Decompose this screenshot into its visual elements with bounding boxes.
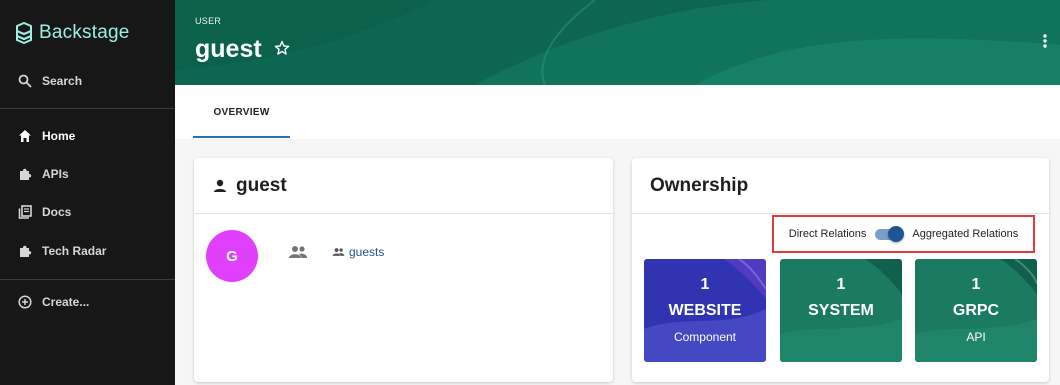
sidebar-item-label: Tech Radar <box>42 244 107 258</box>
search-icon <box>18 74 32 88</box>
tile-name: SYSTEM <box>808 302 874 319</box>
relations-toggle-highlight: Direct Relations Aggregated Relations <box>772 215 1035 253</box>
sidebar-item-tech-radar[interactable]: Tech Radar <box>0 234 175 268</box>
sidebar-search[interactable]: Search <box>0 64 175 98</box>
user-profile-card: guest G guests <box>194 158 613 382</box>
sidebar-item-label: Docs <box>42 205 72 219</box>
group-icon <box>289 246 307 258</box>
tile-count: 1 <box>971 276 981 293</box>
avatar: G <box>206 230 258 282</box>
tile-name: GRPC <box>952 302 1000 319</box>
app-name: Backstage <box>39 22 130 43</box>
switch-thumb[interactable] <box>888 226 905 242</box>
aggregated-relations-label: Aggregated Relations <box>912 228 1019 240</box>
sidebar-divider <box>0 279 175 280</box>
group-small-icon <box>332 248 345 256</box>
page-title: guest <box>195 35 262 63</box>
sidebar-item-label: APIs <box>42 167 69 181</box>
tab-bar: OVERVIEW <box>175 85 1060 139</box>
star-outline-icon[interactable] <box>274 40 290 56</box>
tab-overview[interactable]: OVERVIEW <box>193 85 290 139</box>
add-circle-icon <box>18 295 32 309</box>
ownership-tile-website[interactable]: 1 WEBSITE Component <box>644 259 766 362</box>
person-icon <box>214 179 226 192</box>
tile-kind: API <box>966 330 986 344</box>
sidebar-divider <box>0 108 175 109</box>
puzzle-icon <box>20 168 32 180</box>
sidebar-item-apis[interactable]: APIs <box>0 157 175 191</box>
sidebar: Backstage Search Home APIs Docs Tech Rad… <box>0 0 175 385</box>
puzzle-icon <box>20 245 32 257</box>
group-link-guests[interactable]: guests <box>332 245 384 259</box>
avatar-initial: G <box>226 247 238 265</box>
user-card-title: guest <box>236 174 287 196</box>
sidebar-item-docs[interactable]: Docs <box>0 195 175 229</box>
ownership-title: Ownership <box>650 174 749 196</box>
entity-kind-label: USER <box>195 16 222 26</box>
backstage-logo-icon <box>16 22 32 44</box>
search-label: Search <box>42 74 83 88</box>
ownership-tile-grpc[interactable]: 1 GRPC API <box>915 259 1037 362</box>
backstage-logo[interactable]: Backstage <box>14 22 130 44</box>
tab-indicator <box>193 136 290 138</box>
sidebar-item-home[interactable]: Home <box>0 119 175 153</box>
kebab-menu-icon[interactable] <box>1042 33 1048 49</box>
tile-count: 1 <box>700 276 710 293</box>
tile-name: WEBSITE <box>668 302 742 319</box>
card-header: Ownership <box>632 158 1049 214</box>
entity-header: USER guest <box>175 0 1060 85</box>
relations-toggle-switch[interactable] <box>874 226 905 242</box>
ownership-card: Ownership Direct Relations Aggregated Re… <box>632 158 1049 382</box>
library-icon <box>18 205 32 219</box>
tile-count: 1 <box>836 276 846 293</box>
create-label: Create... <box>42 295 90 309</box>
ownership-tile-system[interactable]: 1 SYSTEM <box>780 259 902 362</box>
sidebar-create[interactable]: Create... <box>0 285 175 319</box>
sidebar-item-label: Home <box>42 129 76 143</box>
header-wave-background <box>175 0 1060 85</box>
direct-relations-label: Direct Relations <box>788 228 867 240</box>
tile-kind: Component <box>673 330 737 344</box>
group-link-label: guests <box>349 245 385 259</box>
home-icon <box>19 130 31 142</box>
card-header: guest <box>194 158 613 214</box>
